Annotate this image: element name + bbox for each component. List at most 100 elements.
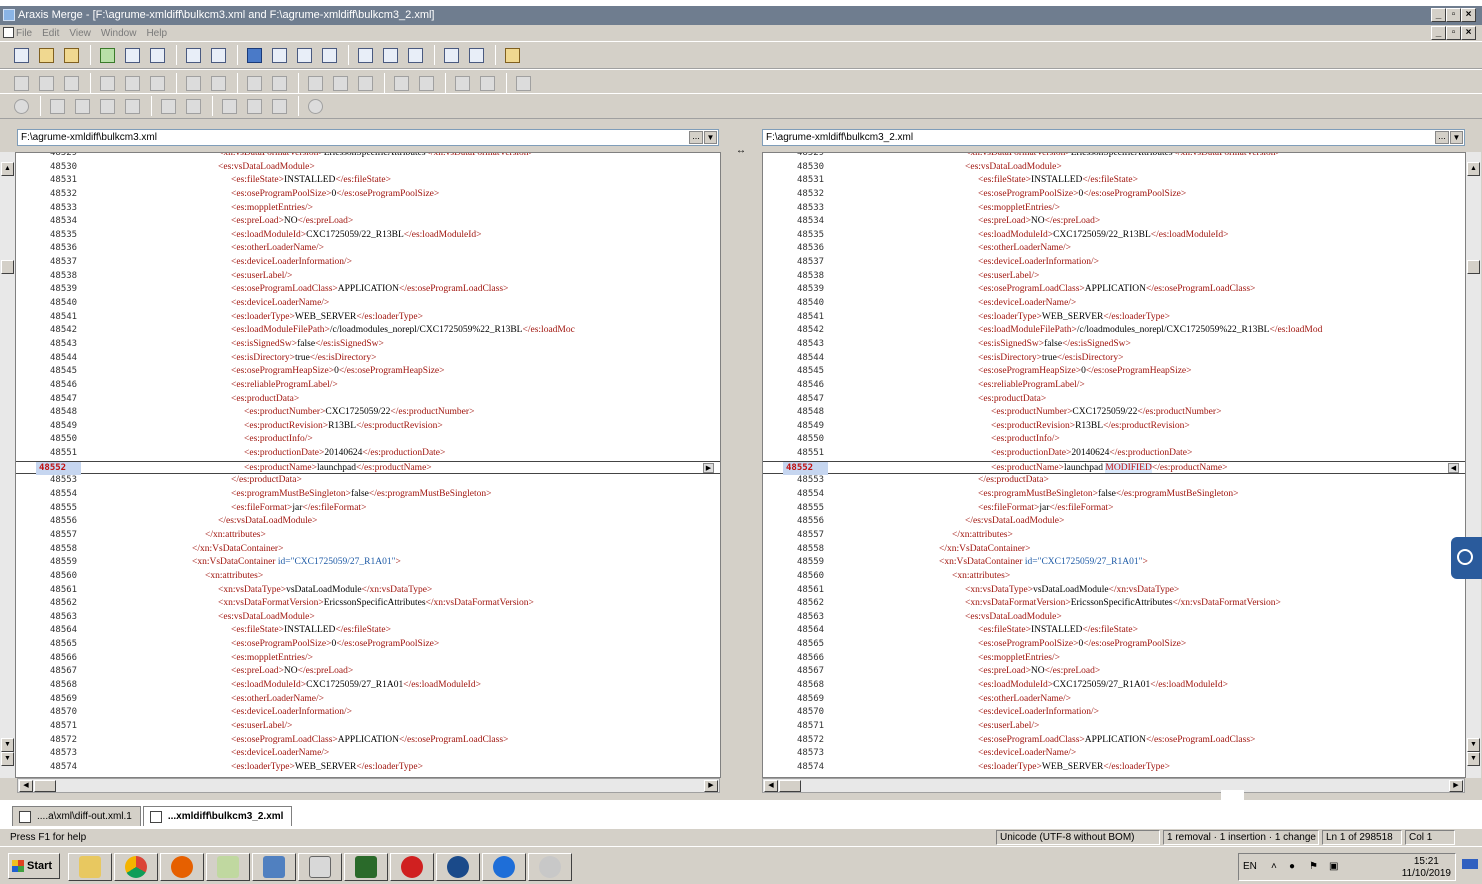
code-line[interactable]: 48548 <es:productNumber>CXC1725059/22</es… bbox=[16, 406, 720, 420]
code-line[interactable]: 48561 <xn:vsDataType>vsDataLoadModule</xn… bbox=[763, 584, 1465, 598]
code-line[interactable]: 48547 <es:productData> bbox=[763, 393, 1465, 407]
code-line[interactable]: 48574 <es:loaderType>WEB_SERVER</es:loade… bbox=[763, 761, 1465, 775]
right-dropdown-icon[interactable]: ▼ bbox=[1450, 131, 1463, 144]
code-line[interactable]: 48564 <es:fileState>INSTALLED</es:fileSta… bbox=[763, 624, 1465, 638]
chrome-icon[interactable] bbox=[114, 853, 158, 881]
code-line[interactable]: 48572 <es:oseProgramLoadClass>APPLICATION… bbox=[16, 734, 720, 748]
code-line[interactable]: 48549 <es:productRevision>R13BL</es:produ… bbox=[763, 420, 1465, 434]
code-line[interactable]: 48535 <es:loadModuleId>CXC1725059/22_R13B… bbox=[16, 229, 720, 243]
left-horizontal-scrollbar[interactable]: ◀ ▶ bbox=[17, 778, 720, 793]
next-diff-icon[interactable] bbox=[96, 96, 118, 116]
bookmark-icon[interactable] bbox=[243, 73, 265, 93]
code-line[interactable]: 48549 <es:productRevision>R13BL</es:produ… bbox=[16, 420, 720, 434]
code-line[interactable]: 48542 <es:loadModuleFilePath>/c/loadmodul… bbox=[16, 324, 720, 338]
scroll-next-icon[interactable]: ▼ bbox=[1, 752, 14, 766]
copy-to-right-icon[interactable] bbox=[60, 73, 82, 93]
copy-file-icon[interactable] bbox=[10, 73, 32, 93]
scroll-next-icon[interactable]: ▼ bbox=[1467, 752, 1480, 766]
code-line[interactable]: 48529 <xn:vsDataFormatVersion>EricssonSpe… bbox=[16, 153, 720, 161]
scroll-left-icon[interactable]: ◀ bbox=[764, 780, 778, 792]
code-line[interactable]: 48537 <es:deviceLoaderInformation/> bbox=[763, 256, 1465, 270]
code-line[interactable]: 48568 <es:loadModuleId>CXC1725059/27_R1A0… bbox=[763, 679, 1465, 693]
code-line[interactable]: 48559 <xn:VsDataContainer id="CXC1725059/… bbox=[763, 556, 1465, 570]
menu-view[interactable]: View bbox=[69, 28, 91, 39]
code-line[interactable]: 48558 </xn:VsDataContainer> bbox=[16, 543, 720, 557]
teamviewer-task-icon[interactable] bbox=[482, 853, 526, 881]
right-file-pane[interactable]: 48529 <xn:vsDataFormatVersion>EricssonSpe… bbox=[762, 152, 1466, 778]
code-line[interactable]: 48548 <es:productNumber>CXC1725059/22</es… bbox=[763, 406, 1465, 420]
merge-right-icon[interactable] bbox=[329, 73, 351, 93]
minimize-button[interactable]: _ bbox=[1431, 8, 1446, 22]
code-line[interactable]: 48556 </es:vsDataLoadModule> bbox=[763, 515, 1465, 529]
code-line[interactable]: 48545 <es:oseProgramHeapSize>0</es:osePro… bbox=[763, 365, 1465, 379]
code-line[interactable]: 48557 </xn:attributes> bbox=[763, 529, 1465, 543]
araxis-app-icon[interactable] bbox=[3, 9, 15, 21]
code-line[interactable]: 48536 <es:otherLoaderName/> bbox=[763, 242, 1465, 256]
editor-icon[interactable] bbox=[206, 853, 250, 881]
code-line[interactable]: 48546 <es:reliableProgramLabel/> bbox=[763, 379, 1465, 393]
maximize-button[interactable]: ▫ bbox=[1446, 8, 1461, 22]
right-horizontal-scrollbar[interactable]: ◀ ▶ bbox=[762, 778, 1465, 793]
code-line[interactable]: 48534 <es:preLoad>NO</es:preLoad> bbox=[763, 215, 1465, 229]
comment-icon[interactable] bbox=[268, 73, 290, 93]
tab-diff-out[interactable]: ....a\xml\diff-out.xml.1 bbox=[12, 806, 141, 826]
code-line[interactable]: 48565 <es:oseProgramPoolSize>0</es:osePro… bbox=[763, 638, 1465, 652]
code-line[interactable]: 48536 <es:otherLoaderName/> bbox=[16, 242, 720, 256]
save-all-icon[interactable] bbox=[146, 45, 168, 65]
summary-icon[interactable] bbox=[354, 45, 376, 65]
scroll-up-icon[interactable]: ▲ bbox=[1, 162, 14, 176]
code-line[interactable]: 48534 <es:preLoad>NO</es:preLoad> bbox=[16, 215, 720, 229]
side-by-side-view-icon[interactable] bbox=[243, 45, 265, 65]
code-line[interactable]: 48555 <es:fileFormat>jar</es:fileFormat> bbox=[763, 502, 1465, 516]
blue-app-icon[interactable] bbox=[436, 853, 480, 881]
options-icon[interactable] bbox=[440, 45, 462, 65]
file-explorer-icon[interactable] bbox=[68, 853, 112, 881]
scroll-right-icon[interactable]: ▶ bbox=[704, 780, 718, 792]
code-line[interactable]: 48538 <es:userLabel/> bbox=[763, 270, 1465, 284]
scroll-right-icon[interactable]: ▶ bbox=[1449, 780, 1463, 792]
code-line[interactable]: 48563 <es:vsDataLoadModule> bbox=[16, 611, 720, 625]
start-button[interactable]: Start bbox=[8, 853, 60, 879]
cut-icon[interactable] bbox=[96, 73, 118, 93]
code-line[interactable]: 48543 <es:isSignedSw>false</es:isSignedSw… bbox=[763, 338, 1465, 352]
delete-icon[interactable] bbox=[268, 96, 290, 116]
three-way-compare-icon[interactable] bbox=[207, 45, 229, 65]
code-line[interactable]: 48562 <xn:vsDataFormatVersion>EricssonSpe… bbox=[763, 597, 1465, 611]
ignore-icon[interactable] bbox=[512, 73, 534, 93]
volume-icon[interactable]: ▣ bbox=[1329, 861, 1341, 873]
code-line[interactable]: 48573 <es:deviceLoaderName/> bbox=[16, 747, 720, 761]
print-icon[interactable] bbox=[404, 45, 426, 65]
code-line[interactable]: 48530 <es:vsDataLoadModule> bbox=[16, 161, 720, 175]
code-line[interactable]: 48544 <es:isDirectory>true</es:isDirector… bbox=[763, 352, 1465, 366]
code-line[interactable]: 48551 <es:productionDate>20140624</es:pro… bbox=[16, 447, 720, 461]
scroll-thumb[interactable] bbox=[1, 260, 14, 274]
system-clock[interactable]: 15:21 11/10/2019 bbox=[1402, 856, 1451, 880]
code-line[interactable]: 48569 <es:otherLoaderName/> bbox=[16, 693, 720, 707]
code-line[interactable]: 48543 <es:isSignedSw>false</es:isSignedSw… bbox=[16, 338, 720, 352]
swap-files-icon[interactable]: ↔ bbox=[736, 145, 746, 156]
code-line[interactable]: 48565 <es:oseProgramPoolSize>0</es:osePro… bbox=[16, 638, 720, 652]
bookmarks-icon[interactable] bbox=[465, 45, 487, 65]
stop-icon[interactable] bbox=[10, 96, 32, 116]
teamviewer-tab[interactable] bbox=[1451, 537, 1482, 579]
clock-icon[interactable] bbox=[304, 96, 326, 116]
doc-restore-button[interactable]: ▫ bbox=[1446, 26, 1461, 40]
code-line[interactable]: 48557 </xn:attributes> bbox=[16, 529, 720, 543]
code-line[interactable]: 48554 <es:programMustBeSingleton>false</e… bbox=[16, 488, 720, 502]
code-line[interactable]: 48540 <es:deviceLoaderName/> bbox=[763, 297, 1465, 311]
terminal-icon[interactable] bbox=[344, 853, 388, 881]
code-line[interactable]: 48560 <xn:attributes> bbox=[763, 570, 1465, 584]
find-icon[interactable] bbox=[390, 73, 412, 93]
list-view-icon[interactable] bbox=[318, 45, 340, 65]
code-line[interactable]: 48541 <es:loaderType>WEB_SERVER</es:loade… bbox=[16, 311, 720, 325]
code-line[interactable]: 48541 <es:loaderType>WEB_SERVER</es:loade… bbox=[763, 311, 1465, 325]
save-left-icon[interactable] bbox=[218, 96, 240, 116]
prev-change-icon[interactable] bbox=[71, 96, 93, 116]
menu-window[interactable]: Window bbox=[101, 28, 137, 39]
code-line[interactable]: 48532 <es:oseProgramPoolSize>0</es:osePro… bbox=[763, 188, 1465, 202]
first-change-icon[interactable] bbox=[46, 96, 68, 116]
refresh-icon[interactable] bbox=[96, 45, 118, 65]
copy-right-icon[interactable]: ▶ bbox=[703, 462, 714, 473]
doc-close-button[interactable]: × bbox=[1461, 26, 1476, 40]
left-file-path-field[interactable]: F:\agrume-xmldiff\bulkcm3.xml ... ▼ bbox=[17, 129, 719, 146]
